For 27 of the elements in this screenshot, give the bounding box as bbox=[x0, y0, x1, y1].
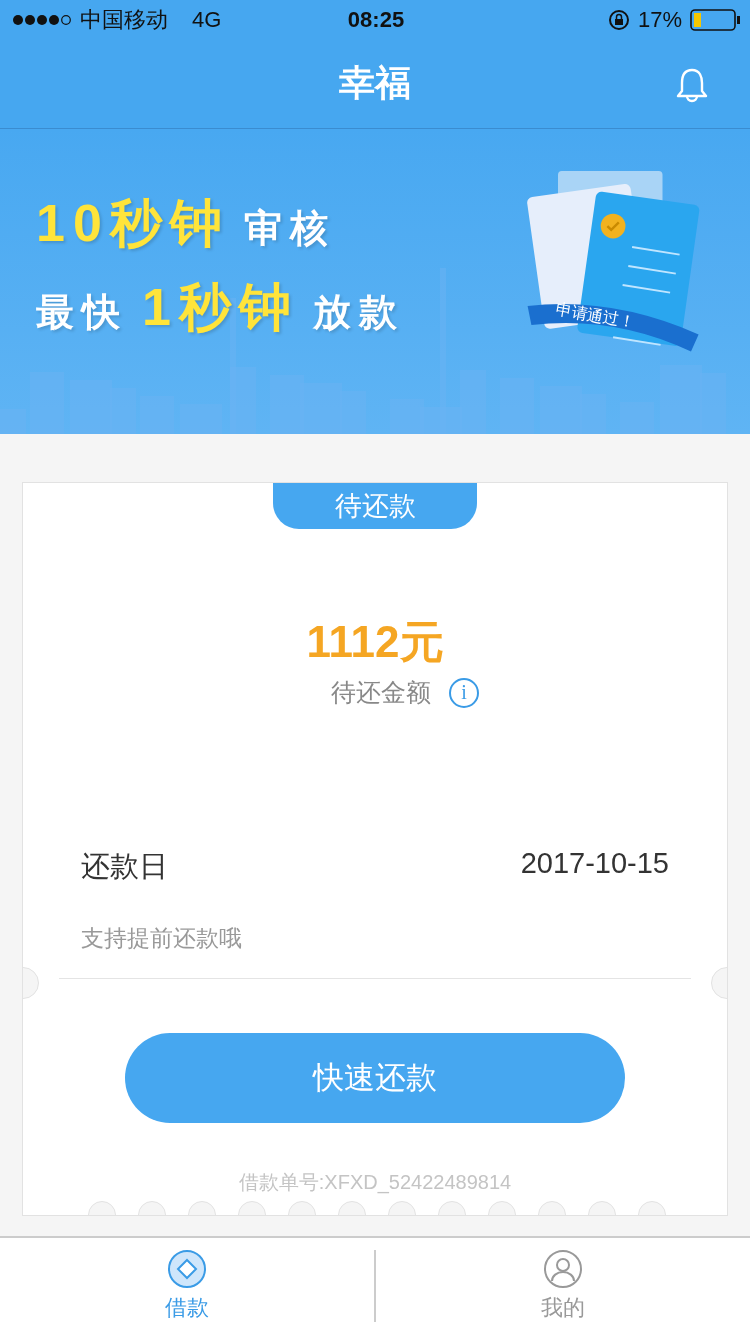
promo-highlight: 10秒钟 bbox=[36, 193, 230, 255]
tab-label: 我的 bbox=[541, 1294, 585, 1323]
user-icon bbox=[543, 1249, 583, 1290]
amount-label: 待还金额 bbox=[331, 677, 431, 709]
tab-label: 借款 bbox=[165, 1294, 209, 1323]
rotation-lock-icon bbox=[607, 8, 630, 31]
due-date-value: 2017-10-15 bbox=[520, 847, 669, 882]
repay-button[interactable]: 快速还款 bbox=[125, 1033, 625, 1124]
due-date-label: 还款日 bbox=[81, 849, 168, 885]
amount-value: 1112元 bbox=[306, 616, 444, 669]
info-icon[interactable]: i bbox=[449, 677, 479, 708]
tab-item[interactable]: 借款 bbox=[0, 1249, 374, 1324]
promo-highlight: 1秒钟 bbox=[142, 277, 299, 339]
order-number: 借款单号:XFXD_52422489814 bbox=[238, 1170, 512, 1196]
promo-text: 放款 bbox=[312, 290, 405, 336]
ribbon-text: 申请通过！ bbox=[554, 299, 637, 332]
clock-time: 08:25 bbox=[347, 6, 405, 33]
battery-icon bbox=[690, 8, 740, 31]
promo-text: 审核 bbox=[243, 206, 336, 252]
carrier-name: 中国移动 bbox=[80, 5, 168, 34]
battery-percent: 17% bbox=[637, 6, 682, 33]
promo-text: 最快 bbox=[36, 290, 128, 336]
hint-text: 支持提前还款哦 bbox=[81, 924, 243, 954]
signal-icon bbox=[12, 12, 72, 27]
network-type: 4G bbox=[192, 6, 222, 33]
tab-item[interactable]: 我的 bbox=[376, 1249, 750, 1324]
page-title: 幸福 bbox=[339, 61, 411, 106]
